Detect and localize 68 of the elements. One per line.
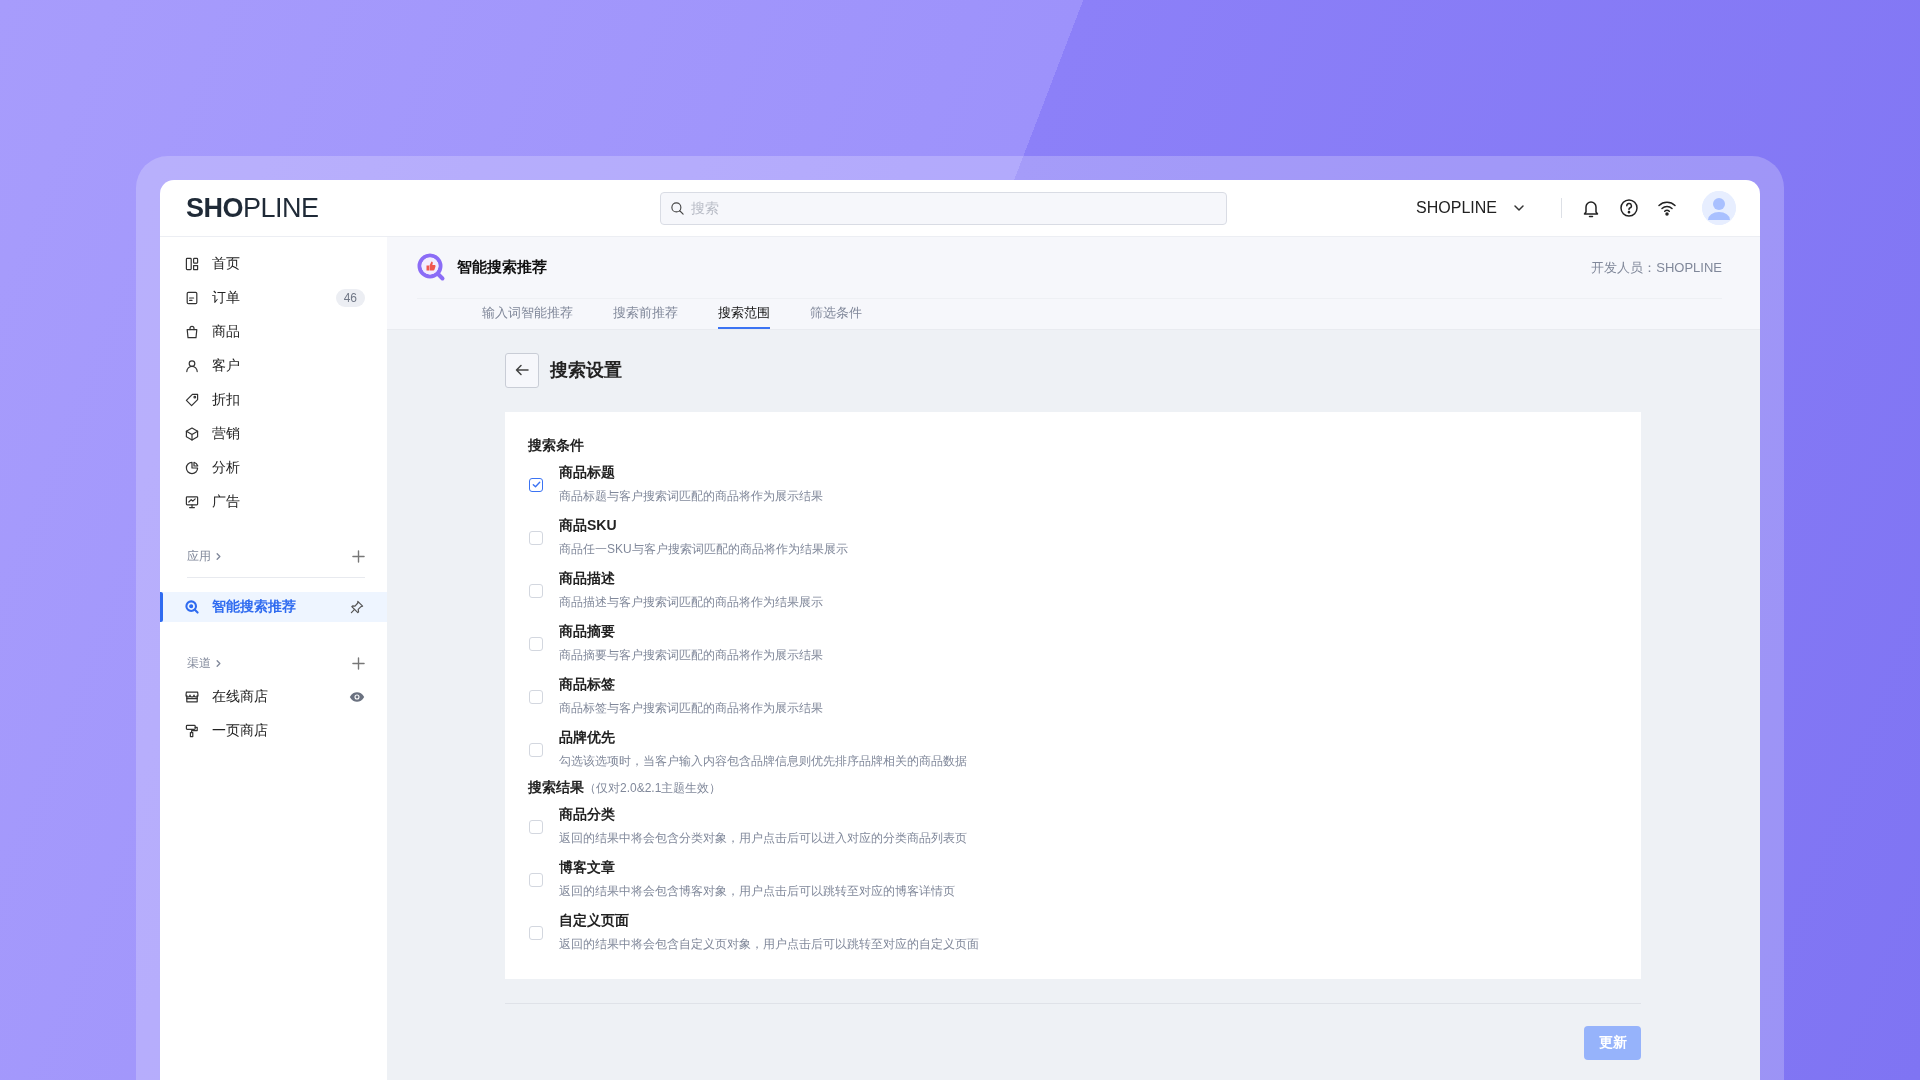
sidebar-item[interactable]: 客户 <box>160 349 387 383</box>
eye-icon[interactable] <box>349 689 365 705</box>
storefront-icon <box>184 689 200 705</box>
tab[interactable]: 搜索范围 <box>718 304 770 329</box>
option-label: 品牌优先 <box>559 729 616 747</box>
chevron-right-icon <box>214 658 223 668</box>
document-icon <box>184 290 200 306</box>
monitor-icon <box>184 494 200 510</box>
option-label: 商品标签 <box>559 676 616 694</box>
sidebar-item[interactable]: 在线商店 <box>160 680 387 714</box>
sidebar-item[interactable]: 分析 <box>160 451 387 485</box>
sidebar-item[interactable]: 订单 46 <box>160 281 387 315</box>
group-title: 搜索结果（仅对2.0&2.1主题生效） <box>528 778 723 797</box>
option-label: 自定义页面 <box>559 912 630 930</box>
section-link[interactable]: 渠道 <box>187 654 223 672</box>
section-link[interactable]: 应用 <box>187 547 223 565</box>
option-description: 商品任一SKU与客户搜索词匹配的商品将作为结果展示 <box>559 541 848 558</box>
store-switcher[interactable]: SHOPLINE <box>1416 199 1525 217</box>
arrow-left-icon <box>514 362 530 378</box>
group-title: 搜索条件 <box>528 436 585 455</box>
page-title: 智能搜索推荐 <box>457 258 547 277</box>
option-label: 商品摘要 <box>559 623 616 641</box>
plus-icon[interactable] <box>352 549 365 563</box>
grid-icon <box>184 256 200 272</box>
section-heading: 搜索设置 <box>550 359 622 382</box>
option-description: 商品描述与客户搜索词匹配的商品将作为结果展示 <box>559 594 823 611</box>
tab[interactable]: 筛选条件 <box>810 304 862 329</box>
option-label: 商品分类 <box>559 806 616 824</box>
search-icon <box>670 200 685 216</box>
sidebar-item[interactable]: 营销 <box>160 417 387 451</box>
option-description: 商品标题与客户搜索词匹配的商品将作为展示结果 <box>559 488 823 505</box>
option-label: 商品标题 <box>559 464 616 482</box>
option-description: 商品标签与客户搜索词匹配的商品将作为展示结果 <box>559 700 823 717</box>
bag-icon <box>184 324 200 340</box>
sidebar-item[interactable]: 折扣 <box>160 383 387 417</box>
checkbox[interactable] <box>529 477 543 492</box>
pie-chart-icon <box>184 460 200 476</box>
option-description: 返回的结果中将会包含分类对象，用户点击后可以进入对应的分类商品列表页 <box>559 830 967 847</box>
tab[interactable]: 搜索前推荐 <box>613 304 678 329</box>
chevron-right-icon <box>214 551 223 561</box>
logo: SHOPLINE <box>186 192 320 224</box>
sidebar-item[interactable]: 首页 <box>160 247 387 281</box>
sidebar-item[interactable]: 一页商店 <box>160 714 387 748</box>
help-icon[interactable] <box>1618 197 1640 219</box>
option-description: 返回的结果中将会包含自定义页对象，用户点击后可以跳转至对应的自定义页面 <box>559 936 979 953</box>
tag-icon <box>184 392 200 408</box>
sidebar-item[interactable]: 智能搜索推荐 <box>160 592 387 622</box>
option-label: 商品SKU <box>559 517 618 535</box>
tab[interactable]: 输入词智能推荐 <box>482 304 573 329</box>
developer-label: 开发人员：SHOPLINE <box>1591 258 1722 277</box>
plus-icon[interactable] <box>352 656 365 670</box>
option-label: 博客文章 <box>559 859 616 877</box>
sidebar-item[interactable]: 广告 <box>160 485 387 519</box>
cube-icon <box>184 426 200 442</box>
option-description: 商品摘要与客户搜索词匹配的商品将作为展示结果 <box>559 647 823 664</box>
option-description: 勾选该选项时，当客户输入内容包含品牌信息则优先排序品牌相关的商品数据 <box>559 753 967 770</box>
option-label: 商品描述 <box>559 570 616 588</box>
paint-roller-icon <box>184 723 200 739</box>
option-description: 返回的结果中将会包含博客对象，用户点击后可以跳转至对应的博客详情页 <box>559 883 955 900</box>
search-field[interactable]: 搜索 <box>660 191 1227 225</box>
sidebar-item[interactable]: 商品 <box>160 315 387 349</box>
search-icon <box>184 599 200 615</box>
pin-icon[interactable] <box>349 599 365 615</box>
person-icon <box>184 358 200 374</box>
count-badge: 46 <box>335 289 365 307</box>
app-logo-icon <box>417 252 447 283</box>
back-button[interactable] <box>505 352 539 388</box>
chevron-down-icon <box>1513 202 1525 214</box>
